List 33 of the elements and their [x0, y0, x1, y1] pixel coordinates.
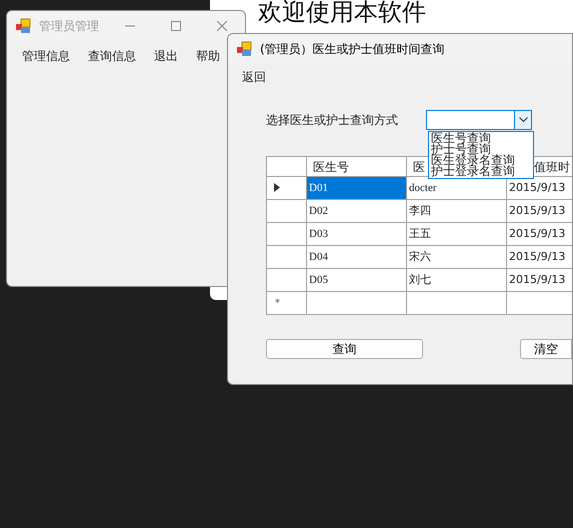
- welcome-heading: 欢迎使用本软件: [257, 0, 427, 26]
- menu-item[interactable]: 返回: [233, 66, 275, 88]
- dropdown-option[interactable]: 医生号查询: [431, 133, 531, 144]
- action-button[interactable]: 清空: [520, 339, 572, 359]
- menu-item[interactable]: 查询信息: [79, 45, 145, 67]
- window-title: (管理员）医生或护士值班时间查询: [260, 41, 445, 58]
- table-row[interactable]: D03 王五 2015/9/13: [266, 222, 572, 246]
- query-mode-dropdown[interactable]: [426, 110, 532, 130]
- table-cell: 王五: [406, 222, 506, 246]
- table-cell: D04: [306, 246, 406, 268]
- table-cell: 宋六: [406, 246, 506, 268]
- window-title: 管理员管理: [39, 18, 99, 35]
- menu-item[interactable]: 帮助: [187, 45, 229, 67]
- column-header[interactable]: 医生号: [306, 156, 406, 176]
- table-cell: D01: [306, 176, 406, 200]
- chevron-icon: [518, 117, 528, 123]
- app-icon: [15, 18, 31, 34]
- app-icon: [236, 41, 252, 57]
- menu-item[interactable]: 退出: [145, 45, 187, 67]
- table-cell: D03: [306, 222, 406, 246]
- table-row[interactable]: D04 宋六 2015/9/13: [266, 246, 572, 268]
- new-row-marker: *: [275, 298, 280, 309]
- table-cell: D05: [306, 268, 406, 292]
- table-cell: docter: [406, 176, 506, 200]
- action-button[interactable]: 查询: [266, 339, 423, 359]
- table-cell: 李四: [406, 200, 506, 222]
- query-label: 选择医生或护士查询方式: [266, 112, 398, 129]
- menu-item[interactable]: 管理信息: [13, 45, 79, 67]
- table-row[interactable]: D02 李四 2015/9/13: [266, 200, 572, 222]
- table-row[interactable]: D05 刘七 2015/9/13: [266, 268, 572, 292]
- dropdown-option[interactable]: 护士号查询: [431, 144, 531, 155]
- table-cell: 刘七: [406, 268, 506, 292]
- table-cell: D02: [306, 200, 406, 222]
